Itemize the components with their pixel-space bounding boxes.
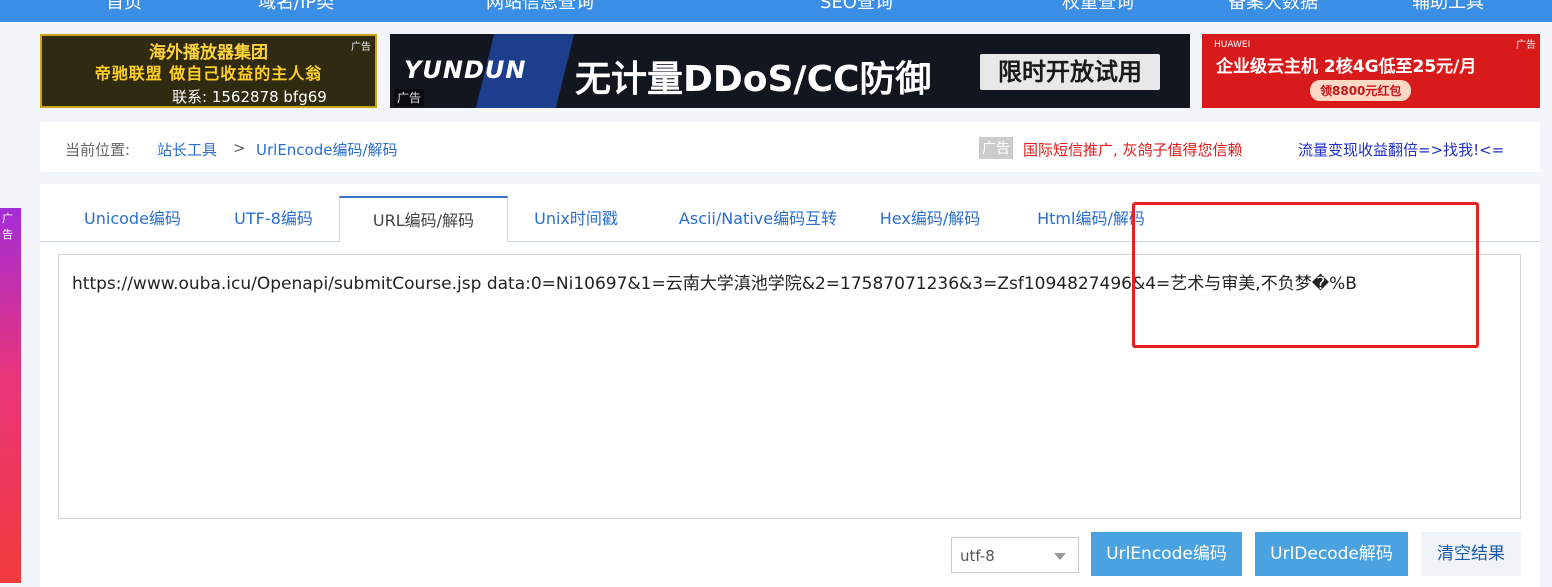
tab-ascii-native[interactable]: Ascii/Native编码互转 (658, 196, 858, 242)
tab-url-encode[interactable]: URL编码/解码 (339, 196, 508, 243)
nav-item-weight[interactable]: 权重查询 (1062, 0, 1134, 14)
breadcrumb-current-link[interactable]: UrlEncode编码/解码 (256, 139, 398, 160)
url-decode-button[interactable]: UrlDecode解码 (1255, 532, 1408, 576)
banner-ad-yundun[interactable]: YUNDUN 无计量DDoS/CC防御 限时开放试用 广告 (390, 34, 1190, 108)
ad-contact: 联系: 1562878 bfg69 (172, 88, 327, 106)
banner-ad-huawei-cloud[interactable]: 广告 HUAWEI 企业级云主机 2核4G低至25元/月 领8800元红包 (1202, 34, 1540, 108)
top-navigation: 首页 域名/IP类 网站信息查询 SEO查询 权重查询 备案大数据 辅助工具 (0, 0, 1552, 22)
ad-tag: 广告 (394, 89, 425, 106)
clear-result-button[interactable]: 清空结果 (1421, 532, 1521, 576)
ad-headline: 无计量DDoS/CC防御 (575, 59, 932, 100)
url-encode-button[interactable]: UrlEncode编码 (1091, 532, 1242, 576)
breadcrumb-label: 当前位置: (65, 141, 131, 159)
ad-tag: 广告 (1516, 40, 1536, 51)
ad-headline: 企业级云主机 2核4G低至25元/月 (1216, 57, 1477, 77)
breadcrumb-separator: > (233, 139, 246, 157)
tab-html[interactable]: Html编码/解码 (1026, 196, 1156, 242)
banner-ad-player-group[interactable]: 广告 海外播放器集团 帝驰联盟 做自己收益的主人翁 联系: 1562878 bf… (40, 34, 377, 108)
nav-item-tools[interactable]: 辅助工具 (1412, 0, 1484, 14)
nav-item-domain-ip[interactable]: 域名/IP类 (258, 0, 334, 14)
nav-item-seo[interactable]: SEO查询 (820, 0, 893, 14)
ad-tag: 广告 (2, 212, 13, 241)
ad-cta-button[interactable]: 限时开放试用 (980, 54, 1160, 90)
ad-brand-logo: YUNDUN (404, 56, 527, 84)
tool-tabs: Unicode编码 UTF-8编码 URL编码/解码 Unix时间戳 Ascii… (40, 196, 1540, 243)
tab-unicode[interactable]: Unicode编码 (70, 196, 195, 242)
side-floating-ad[interactable]: 广告 (0, 208, 21, 583)
ad-coupon-pill[interactable]: 领8800元红包 (1310, 80, 1412, 101)
tab-unix-timestamp[interactable]: Unix时间戳 (524, 196, 628, 242)
charset-selected-value: utf-8 (960, 547, 995, 565)
breadcrumb-root-link[interactable]: 站长工具 (157, 139, 217, 160)
tab-hex[interactable]: Hex编码/解码 (874, 196, 986, 242)
nav-item-site-info[interactable]: 网站信息查询 (486, 0, 594, 14)
text-ad-sms[interactable]: 国际短信推广, 灰鸽子值得您信赖 (1023, 139, 1243, 160)
ad-badge: 广告 (979, 137, 1013, 159)
ad-slogan: 帝驰联盟 做自己收益的主人翁 (94, 64, 323, 83)
breadcrumb-bar: 当前位置: 站长工具 > UrlEncode编码/解码 广告 国际短信推广, 灰… (40, 122, 1540, 172)
url-input-textarea[interactable]: https://www.ouba.icu/Openapi/submitCours… (58, 254, 1521, 519)
text-ad-traffic[interactable]: 流量变现收益翻倍=>找我!<= (1298, 139, 1504, 160)
tab-utf8[interactable]: UTF-8编码 (220, 196, 327, 242)
nav-item-icp-data[interactable]: 备案大数据 (1228, 0, 1318, 14)
charset-select[interactable]: utf-8 (951, 537, 1079, 573)
chevron-down-icon (1054, 553, 1066, 560)
nav-item-home[interactable]: 首页 (106, 0, 142, 14)
tool-panel: Unicode编码 UTF-8编码 URL编码/解码 Unix时间戳 Ascii… (40, 184, 1540, 587)
ad-brand-logo: HUAWEI (1214, 40, 1251, 50)
